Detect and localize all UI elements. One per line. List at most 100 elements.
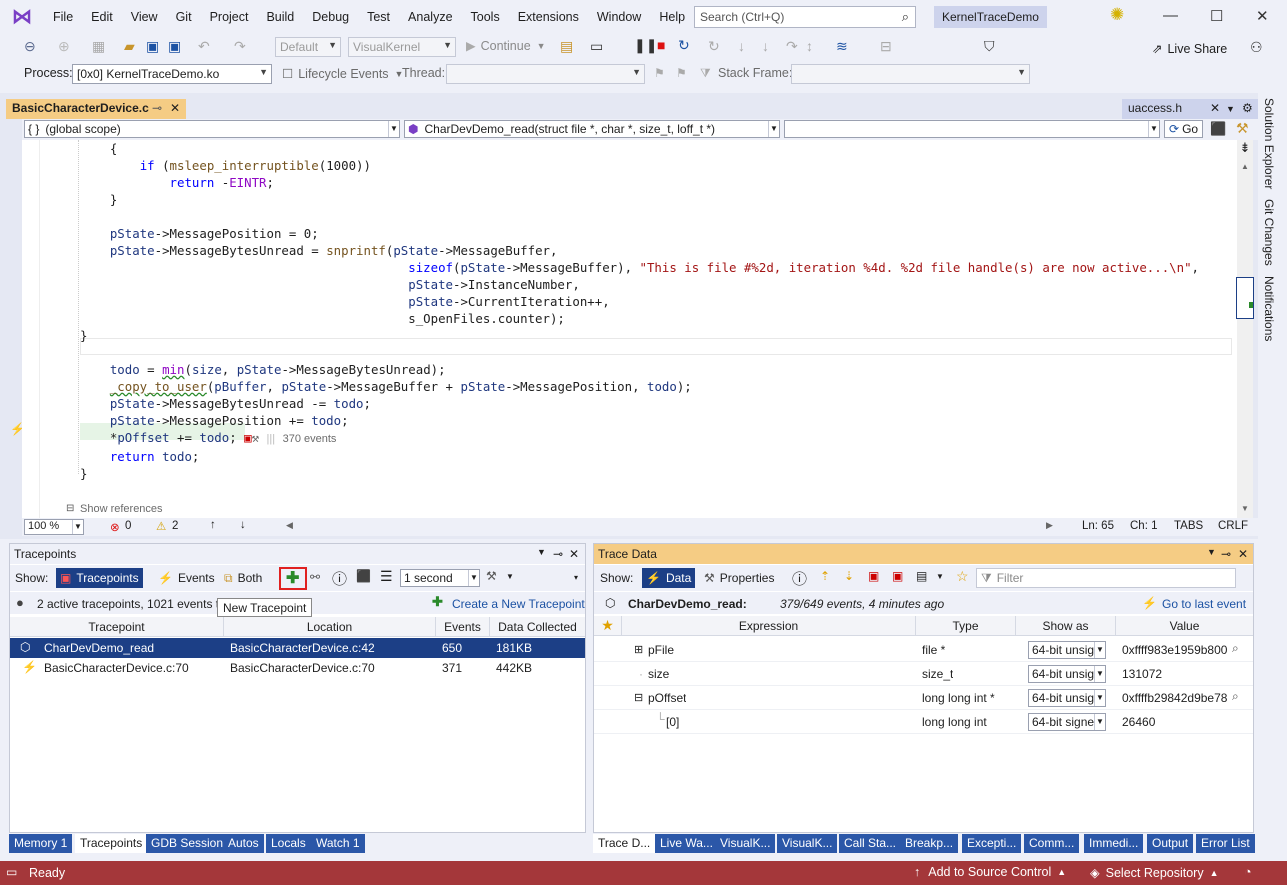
menu-tools[interactable]: Tools [462, 10, 509, 24]
tab-uaccess[interactable]: uaccess.h ✕ ▼ ⚙ [1122, 99, 1258, 119]
scroll-left-icon[interactable]: ◀ [286, 520, 293, 531]
split-icon[interactable]: ⇟ [1237, 140, 1253, 160]
minimize-icon[interactable]: — [1163, 7, 1178, 24]
gear-icon[interactable]: ⚙ [1242, 101, 1253, 115]
event-down-icon[interactable]: ⇣ [844, 569, 854, 583]
create-tracepoint-link[interactable]: Create a New Tracepoint [452, 597, 585, 611]
thread-dropdown[interactable]: ▼ [446, 64, 645, 84]
filter-events-button[interactable]: ⚡ Events [154, 568, 219, 588]
columns-icon[interactable]: ▤ [916, 569, 927, 583]
tab-locals[interactable]: Locals [266, 834, 311, 853]
star-icon[interactable]: ☆ [956, 568, 969, 585]
tag-icon[interactable]: ⬛ [1210, 121, 1226, 137]
tab-memory-1[interactable]: Memory 1 [9, 834, 73, 853]
tab-breakpoints[interactable]: Breakp... [900, 834, 959, 853]
scope-dropdown[interactable]: { } (global scope) ▼ [24, 120, 400, 138]
new-item-icon[interactable]: ▦ [92, 38, 105, 55]
pin-icon[interactable]: ⊸ [553, 547, 563, 561]
pause-icon[interactable]: ❚❚ [634, 37, 657, 54]
select-repository-button[interactable]: ◈ Select Repository ▲ [1090, 865, 1219, 881]
tab-command[interactable]: Comm... [1024, 834, 1080, 853]
table-row[interactable]: ⊞ pFile file * 64-bit unsig ▼ 0xffff983e1… [594, 638, 1253, 662]
show-as-dropdown[interactable]: 64-bit unsig ▼ [1028, 689, 1106, 707]
tab-autos[interactable]: Autos [223, 834, 264, 853]
forward-icon[interactable]: ⊕ [58, 38, 70, 55]
close-panel-icon[interactable]: ✕ [569, 547, 579, 561]
show-as-dropdown[interactable]: 64-bit signe ▼ [1028, 713, 1106, 731]
feedback-sun-icon[interactable]: ✺ [1110, 5, 1124, 25]
menu-git[interactable]: Git [167, 10, 201, 24]
tab-notifications[interactable]: Notifications [1262, 276, 1276, 341]
tab-output[interactable]: Output [1147, 834, 1194, 853]
member-dropdown[interactable]: ▼ [784, 120, 1160, 138]
tab-call-stack[interactable]: Call Sta... [839, 834, 902, 853]
tab-basic-character-device[interactable]: BasicCharacterDevice.c ⊸ ✕ [6, 99, 186, 119]
settings-dropdown-icon[interactable]: ▼ [506, 572, 514, 581]
menu-debug[interactable]: Debug [303, 10, 358, 24]
table-row[interactable]: └ [0] long long int 64-bit signe ▼ 26460 [594, 710, 1253, 734]
stack-frame-dropdown[interactable]: ▼ [791, 64, 1030, 84]
tab-trace-data[interactable]: Trace D... [593, 834, 656, 853]
search-box[interactable]: Search (Ctrl+Q) ⌕ [694, 6, 916, 28]
show-data-button[interactable]: ⚡ Data [642, 568, 696, 588]
go-to-last-event-link[interactable]: Go to last event [1162, 597, 1246, 611]
go-button[interactable]: ⟳ Go [1164, 120, 1204, 138]
refresh-icon[interactable]: ↻ [708, 38, 720, 55]
tab-git-changes[interactable]: Git Changes [1262, 199, 1276, 266]
show-references-link[interactable]: Show references [80, 503, 163, 515]
magnifier-icon[interactable]: ⌕ [1232, 689, 1239, 704]
bookmark-toggle-icon[interactable]: ⊟ [880, 38, 892, 55]
column-type[interactable]: Type [916, 616, 1016, 636]
menu-window[interactable]: Window [588, 10, 650, 24]
tracepoint-event-count[interactable]: 370 events [283, 433, 337, 445]
save-icon[interactable]: ▣ [146, 38, 159, 55]
menu-analyze[interactable]: Analyze [399, 10, 461, 24]
filter-tracepoints-button[interactable]: ▣ Tracepoints [56, 568, 143, 588]
column-value[interactable]: Value [1116, 616, 1253, 636]
filter-input[interactable]: ⧩ Filter [976, 568, 1236, 588]
flag-icon[interactable]: ⚑ [654, 66, 665, 80]
tracepoint-marker-icon[interactable]: ▣ [244, 430, 251, 445]
step-back-icon[interactable]: ↕ [806, 38, 813, 54]
process-dropdown[interactable]: [0x0] KernelTraceDemo.ko ▼ [72, 64, 272, 84]
wrench-icon[interactable]: ⚒ [252, 430, 259, 445]
notifications-bell-icon[interactable]: ◔ [1244, 865, 1252, 879]
vertical-scrollbar[interactable]: ⇟ ▲ ▼ [1236, 140, 1254, 518]
close-panel-icon[interactable]: ✕ [1238, 547, 1248, 561]
redo-icon[interactable]: ↷ [234, 38, 246, 55]
column-data-collected[interactable]: Data Collected [490, 617, 585, 637]
event-up-icon[interactable]: ⇡ [820, 569, 830, 583]
restart-icon[interactable]: ↻ [678, 37, 690, 54]
tab-visualkernel-1[interactable]: VisualK... [715, 834, 776, 853]
tracepoint-prev-icon[interactable]: ▣ [868, 569, 879, 583]
warning-icon[interactable]: ⚠ [156, 519, 166, 533]
step-into-icon[interactable]: ↓ [738, 38, 745, 54]
info-icon[interactable]: ⓘ [332, 568, 347, 589]
maximize-icon[interactable]: ☐ [1210, 7, 1223, 25]
pin-icon[interactable]: ⊸ [1221, 547, 1231, 561]
process-icon[interactable]: ▤ [560, 38, 573, 55]
show-properties-button[interactable]: ⚒ Properties [700, 568, 778, 588]
hex-display-icon[interactable]: ≋ [836, 38, 848, 55]
previous-issue-icon[interactable]: ↑ [210, 519, 216, 531]
column-location[interactable]: Location [224, 617, 436, 637]
column-show-as[interactable]: Show as [1016, 616, 1116, 636]
panel-menu-icon[interactable]: ▼ [537, 547, 546, 557]
column-events[interactable]: Events [436, 617, 490, 637]
tab-live-watch[interactable]: Live Wa... [655, 834, 718, 853]
overflow-icon[interactable]: ▾ [574, 573, 578, 582]
menu-file[interactable]: File [44, 10, 82, 24]
column-tracepoint[interactable]: Tracepoint [10, 617, 224, 637]
tab-solution-explorer[interactable]: Solution Explorer [1262, 98, 1276, 189]
interval-dropdown[interactable]: 1 second ▼ [400, 569, 480, 587]
menu-help[interactable]: Help [650, 10, 694, 24]
stop-icon[interactable]: ■ [657, 37, 665, 53]
show-as-dropdown[interactable]: 64-bit unsig ▼ [1028, 641, 1106, 659]
close-tab-icon[interactable]: ✕ [170, 101, 180, 115]
window-icon[interactable]: ▭ [590, 38, 603, 55]
line-ending[interactable]: CRLF [1218, 520, 1248, 532]
live-share-button[interactable]: ⇗ Live Share [1152, 41, 1227, 57]
zoom-dropdown[interactable]: 100 % ▼ [24, 519, 84, 535]
info-icon[interactable]: ⓘ [792, 568, 807, 589]
bookmark-icon[interactable]: ⛉ [984, 38, 995, 55]
